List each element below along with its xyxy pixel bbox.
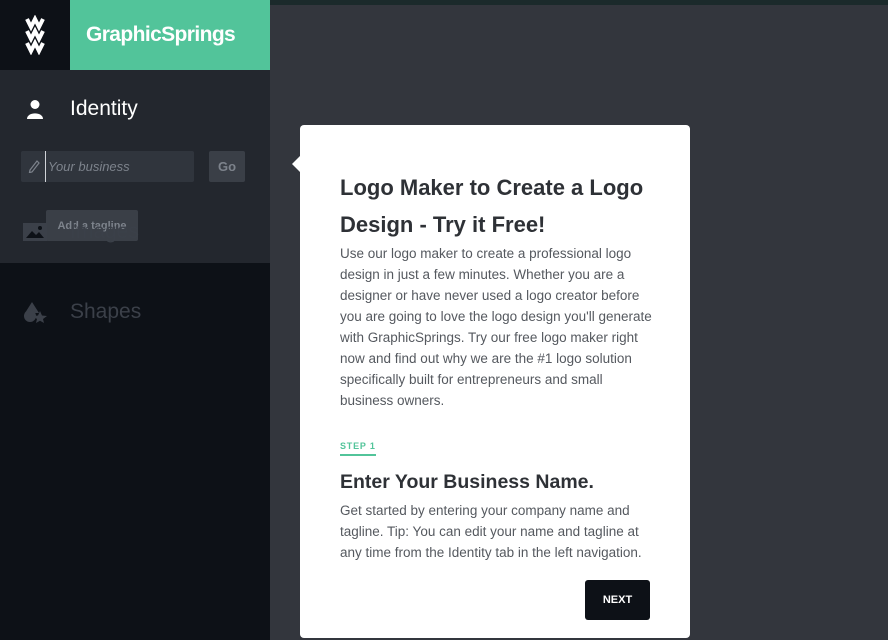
step-description: Get started by entering your company nam…: [340, 503, 642, 560]
sidebar-item-shapes[interactable]: Shapes: [0, 287, 270, 337]
sidebar-item-label: Identity: [70, 97, 138, 120]
sidebar-item-images[interactable]: Images: [0, 207, 270, 257]
shapes-icon: [22, 299, 48, 325]
sidebar-item-label: Images: [70, 220, 139, 243]
sidebar-item-identity[interactable]: Identity: [0, 84, 270, 134]
business-name-input[interactable]: [45, 151, 190, 182]
business-name-field[interactable]: [21, 151, 194, 182]
image-icon: [22, 219, 48, 245]
sidebar: GraphicSprings Identity Go Add a tagline: [0, 0, 270, 640]
sidebar-item-label: Shapes: [70, 300, 142, 323]
top-accent-line: [270, 0, 888, 5]
brand-name: GraphicSprings: [86, 23, 236, 46]
modal-description: Use our logo maker to create a professio…: [340, 246, 652, 408]
modal-title: Logo Maker to Create a Logo Design - Try…: [340, 175, 644, 237]
step-title: Enter Your Business Name.: [340, 471, 594, 493]
pencil-icon: [27, 159, 41, 174]
go-button[interactable]: Go: [209, 151, 245, 182]
user-icon: [22, 96, 48, 122]
onboarding-modal: Logo Maker to Create a Logo Design - Try…: [300, 125, 690, 638]
next-button[interactable]: NEXT: [585, 580, 650, 620]
step-label: STEP 1: [340, 441, 376, 456]
app-logo-icon[interactable]: [0, 0, 70, 70]
brand-header[interactable]: GraphicSprings: [70, 0, 270, 70]
